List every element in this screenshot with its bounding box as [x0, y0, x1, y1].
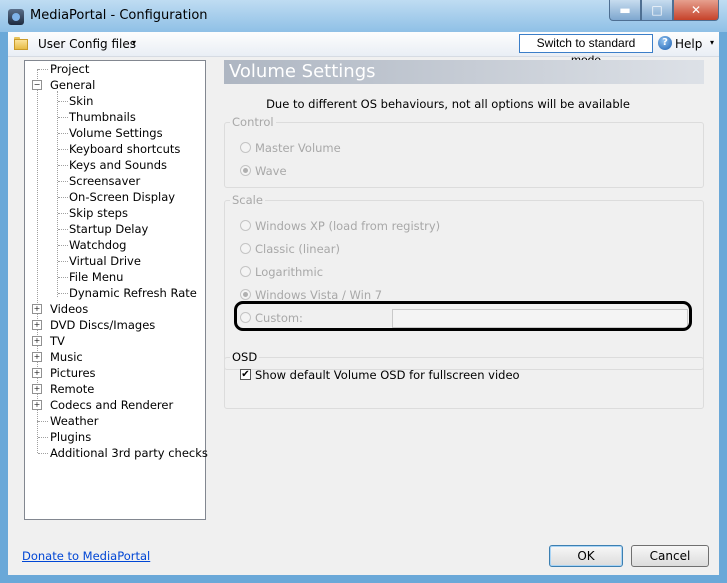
tree-expand-icon[interactable]: +: [32, 336, 42, 346]
tree-item-thumbnails[interactable]: Thumbnails: [69, 109, 136, 125]
tree-item-tv[interactable]: TV: [50, 333, 65, 349]
tree-item-keys-and-sounds[interactable]: Keys and Sounds: [69, 157, 167, 173]
chevron-down-icon[interactable]: ▾: [132, 38, 136, 47]
default-osd-checkbox[interactable]: ✔ Show default Volume OSD for fullscreen …: [240, 368, 520, 382]
switch-mode-button[interactable]: Switch to standard mode: [519, 34, 653, 67]
panel-header: Volume Settings: [224, 60, 704, 84]
checkmark-icon: ✔: [240, 369, 251, 380]
tree-item-plugins[interactable]: Plugins: [50, 429, 91, 445]
app-icon: [8, 9, 24, 25]
minimize-button[interactable]: ▬: [609, 0, 641, 21]
tree-item-project[interactable]: Project: [50, 61, 89, 77]
tree-item-additional-3rd-party-checks[interactable]: Additional 3rd party checks: [50, 445, 208, 461]
tree-item-keyboard-shortcuts[interactable]: Keyboard shortcuts: [69, 141, 180, 157]
tree-collapse-icon[interactable]: −: [32, 80, 42, 90]
settings-panel: Volume Settings Due to different OS beha…: [224, 60, 712, 530]
logarithmic-radio[interactable]: Logarithmic: [240, 265, 323, 279]
settings-tree[interactable]: Project − General Skin Thumbnails Volume…: [24, 60, 208, 520]
scale-group-label: Scale: [230, 193, 265, 207]
tree-item-watchdog[interactable]: Watchdog: [69, 237, 126, 253]
tree-expand-icon[interactable]: +: [32, 368, 42, 378]
tree-item-dvd-discs-images[interactable]: DVD Discs/Images: [50, 317, 155, 333]
tree-item-virtual-drive[interactable]: Virtual Drive: [69, 253, 141, 269]
master-volume-radio[interactable]: Master Volume: [240, 141, 341, 155]
classic-linear-label: Classic (linear): [255, 242, 340, 256]
osd-group: [224, 357, 704, 409]
wave-label: Wave: [255, 164, 287, 178]
main-window: MediaPortal - Configuration ▬ □ ✕ User C…: [0, 0, 727, 583]
control-group: [224, 122, 704, 188]
logarithmic-label: Logarithmic: [255, 265, 324, 279]
tree-item-screensaver[interactable]: Screensaver: [69, 173, 140, 189]
tree-expand-icon[interactable]: +: [32, 400, 42, 410]
tree-item-weather[interactable]: Weather: [50, 413, 98, 429]
default-osd-label: Show default Volume OSD for fullscreen v…: [255, 368, 520, 382]
tree-item-general[interactable]: General: [50, 77, 95, 93]
master-volume-label: Master Volume: [255, 141, 341, 155]
window-title: MediaPortal - Configuration: [30, 8, 208, 23]
user-config-menu[interactable]: User Config files: [38, 37, 136, 51]
tree-item-videos[interactable]: Videos: [50, 301, 88, 317]
caption-buttons: ▬ □ ✕: [609, 0, 719, 22]
custom-highlight-annotation: [234, 301, 692, 331]
tree-expand-icon[interactable]: +: [32, 304, 42, 314]
ok-button[interactable]: OK: [549, 545, 623, 567]
tree-item-file-menu[interactable]: File Menu: [69, 269, 123, 285]
windows-vista-win7-label: Windows Vista / Win 7: [255, 288, 383, 302]
tree-item-startup-delay[interactable]: Startup Delay: [69, 221, 148, 237]
windows-xp-label: Windows XP (load from registry): [255, 219, 441, 233]
tree-expand-icon[interactable]: +: [32, 352, 42, 362]
tree-item-dynamic-refresh-rate[interactable]: Dynamic Refresh Rate: [69, 285, 197, 301]
maximize-button[interactable]: □: [641, 0, 673, 21]
tree-item-pictures[interactable]: Pictures: [50, 365, 96, 381]
panel-title: Volume Settings: [229, 61, 376, 82]
os-notice: Due to different OS behaviours, not all …: [266, 97, 630, 111]
tree-item-remote[interactable]: Remote: [50, 381, 94, 397]
help-icon[interactable]: ?: [658, 36, 672, 50]
tree-item-music[interactable]: Music: [50, 349, 83, 365]
windows-xp-radio[interactable]: Windows XP (load from registry): [240, 219, 440, 233]
control-group-label: Control: [230, 115, 276, 129]
wave-radio[interactable]: Wave: [240, 164, 287, 178]
tree-item-codecs-and-renderer[interactable]: Codecs and Renderer: [50, 397, 173, 413]
tree-item-skin[interactable]: Skin: [69, 93, 93, 109]
tree-expand-icon[interactable]: +: [32, 320, 42, 330]
tree-item-on-screen-display[interactable]: On-Screen Display: [69, 189, 175, 205]
client-area: User Config files ▾ Switch to standard m…: [8, 32, 719, 575]
osd-group-label: OSD: [230, 350, 260, 364]
tree-item-skip-steps[interactable]: Skip steps: [69, 205, 128, 221]
help-chevron-down-icon[interactable]: ▾: [710, 38, 714, 47]
tree-expand-icon[interactable]: +: [32, 384, 42, 394]
title-bar[interactable]: MediaPortal - Configuration ▬ □ ✕: [0, 0, 727, 32]
toolbar: User Config files ▾ Switch to standard m…: [8, 32, 719, 67]
folder-icon: [14, 37, 28, 50]
tree-item-volume-settings[interactable]: Volume Settings: [69, 125, 163, 141]
donate-link[interactable]: Donate to MediaPortal: [22, 549, 150, 563]
help-menu[interactable]: Help: [675, 37, 702, 51]
windows-vista-win7-radio[interactable]: Windows Vista / Win 7: [240, 288, 382, 302]
close-button[interactable]: ✕: [673, 0, 719, 21]
classic-linear-radio[interactable]: Classic (linear): [240, 242, 340, 256]
cancel-button[interactable]: Cancel: [631, 545, 709, 567]
